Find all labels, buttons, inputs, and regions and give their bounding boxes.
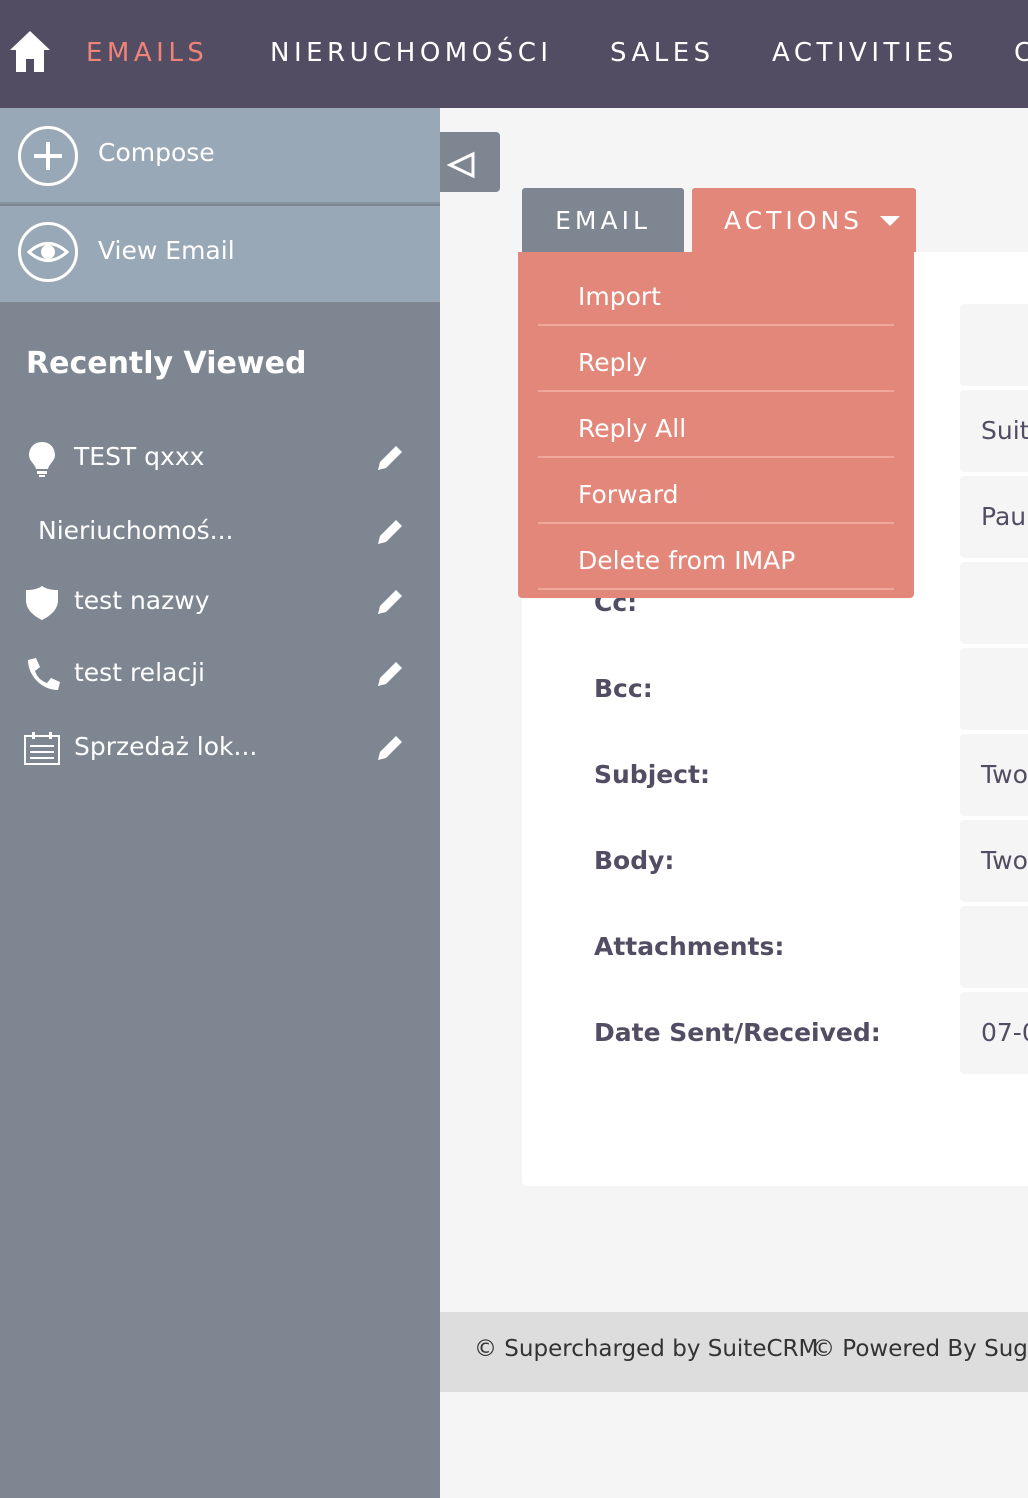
recent-item[interactable]: test nazwy [0, 578, 440, 628]
recent-item-label: TEST qxxx [74, 442, 205, 471]
menu-item-import[interactable]: Import [538, 260, 894, 326]
nav-emails[interactable]: EMAILS [86, 38, 208, 68]
recent-item-label: test nazwy [74, 586, 210, 615]
menu-item-delete-from-imap[interactable]: Delete from IMAP [538, 524, 894, 590]
field-value: Pau [960, 476, 1028, 558]
calendar-icon [24, 732, 60, 765]
field-value-text: Suit [981, 416, 1028, 445]
home-icon[interactable] [8, 28, 52, 74]
recent-item-label: test relacji [74, 658, 205, 687]
date-sent-label: Date Sent/Received: [594, 1018, 881, 1047]
recent-item-label: Sprzedaż lok... [74, 732, 258, 761]
pencil-icon[interactable] [372, 584, 408, 620]
collapse-sidebar-button[interactable] [440, 132, 500, 192]
menu-item-forward[interactable]: Forward [538, 458, 894, 524]
caret-down-icon [880, 216, 900, 226]
pencil-icon[interactable] [372, 730, 408, 766]
phone-icon [28, 658, 60, 690]
field-value-text: Two [981, 760, 1028, 789]
attachments-value [960, 906, 1028, 988]
pencil-icon[interactable] [372, 440, 408, 476]
shield-icon [26, 586, 58, 620]
menu-item-label: Import [578, 282, 661, 311]
lightbulb-icon [29, 442, 55, 477]
cc-value [960, 562, 1028, 644]
footer: © Supercharged by SuiteCRM © Powered By … [440, 1312, 1028, 1392]
menu-item-label: Delete from IMAP [578, 546, 796, 575]
triangle-left-icon [446, 151, 475, 179]
nav-sales[interactable]: SALES [610, 38, 715, 68]
field-value: Suit [960, 390, 1028, 472]
pencil-icon[interactable] [372, 656, 408, 692]
field-value-text: 07-0 [981, 1018, 1028, 1047]
attachments-label: Attachments: [594, 932, 785, 961]
body-value: Two [960, 820, 1028, 902]
eye-icon [18, 222, 78, 282]
nav-activities[interactable]: ACTIVITIES [772, 38, 958, 68]
actions-dropdown-toggle[interactable]: ACTIONS [692, 188, 916, 254]
top-navigation: EMAILS NIERUCHOMOŚCI SALES ACTIVITIES C [0, 0, 1028, 108]
powered-by-link[interactable]: © Powered By Sugar [812, 1336, 1028, 1362]
date-sent-value: 07-0 [960, 992, 1028, 1074]
actions-label: ACTIONS [724, 206, 864, 235]
nav-nieruchomosci[interactable]: NIERUCHOMOŚCI [270, 38, 553, 68]
compose-label: Compose [98, 138, 215, 167]
bcc-label: Bcc: [594, 674, 653, 703]
menu-item-reply[interactable]: Reply [538, 326, 894, 392]
subject-label: Subject: [594, 760, 710, 789]
menu-item-label: Reply All [578, 414, 687, 443]
tab-email[interactable]: EMAIL [522, 188, 684, 254]
menu-item-label: Reply [578, 348, 648, 377]
view-email-label: View Email [98, 236, 235, 265]
recent-item[interactable]: Sprzedaż lok... [0, 724, 440, 774]
recent-item[interactable]: TEST qxxx [0, 434, 440, 484]
field-value [960, 304, 1028, 386]
pencil-icon[interactable] [372, 514, 408, 550]
menu-item-reply-all[interactable]: Reply All [538, 392, 894, 458]
recent-item[interactable]: Nieriuchomoś... [0, 508, 440, 558]
compose-button[interactable]: Compose [0, 108, 440, 204]
nav-more[interactable]: C [1014, 38, 1028, 68]
menu-item-label: Forward [578, 480, 679, 509]
body-label: Body: [594, 846, 675, 875]
recent-item-label: Nieriuchomoś... [38, 516, 234, 545]
recently-viewed-title: Recently Viewed [26, 346, 307, 381]
plus-circle-icon [18, 126, 78, 186]
field-value-text: Pau [981, 502, 1027, 531]
view-email-button[interactable]: View Email [0, 206, 440, 302]
subject-value: Two [960, 734, 1028, 816]
sidebar: Compose View Email Recently Viewed TEST … [0, 108, 440, 1498]
recent-item[interactable]: test relacji [0, 650, 440, 700]
supercharged-link[interactable]: © Supercharged by SuiteCRM [474, 1336, 818, 1362]
actions-dropdown-menu: Import Reply Reply All Forward Delete fr… [518, 252, 914, 598]
bcc-value [960, 648, 1028, 730]
field-value-text: Two [981, 846, 1028, 875]
